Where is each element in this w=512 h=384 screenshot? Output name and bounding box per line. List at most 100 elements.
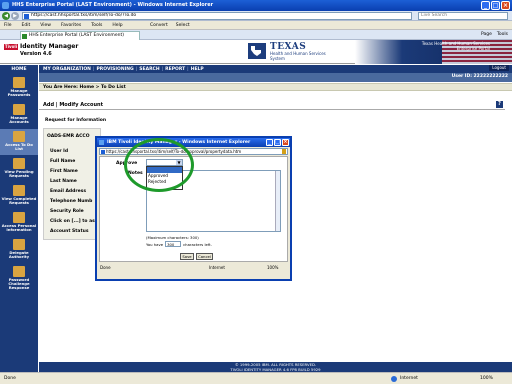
menu-bar: File Edit View Favorites Tools Help Conv… xyxy=(0,21,512,30)
nav-search[interactable]: SEARCH xyxy=(139,67,159,72)
nav-pending-requests[interactable]: View Pending Requests xyxy=(0,156,38,182)
tab-label: HHS Enterprise Portal (LAST Environment) xyxy=(29,33,124,38)
help-icon[interactable]: ? xyxy=(496,101,503,108)
highlight-circle xyxy=(124,138,194,192)
challenge-icon xyxy=(13,266,25,277)
portal-header: Tivoli Identity Manager Version 4.6 TEXA… xyxy=(0,40,512,64)
popup-close-button[interactable]: × xyxy=(282,139,289,146)
texas-subtitle: Health and Human Services System xyxy=(270,51,326,61)
account-form: OADS-EMR ACCO User Id Full Name First Na… xyxy=(43,128,101,240)
security-zone: Internet xyxy=(400,376,418,381)
product-version: Version 4.6 xyxy=(20,51,52,57)
user-id: User ID: 22222222222 xyxy=(451,74,508,79)
texas-logo-icon xyxy=(248,43,266,59)
ie-icon xyxy=(2,2,9,9)
field-label: Security Role xyxy=(50,209,84,214)
product-name: Identity Manager xyxy=(20,43,79,50)
field-label: Click on [...] to as xyxy=(50,219,95,224)
maximize-button[interactable]: □ xyxy=(491,1,500,10)
page-footer: © 1999-2005 IBM. ALL RIGHTS RESERVED. TI… xyxy=(39,362,512,372)
select-button[interactable]: Select xyxy=(176,23,190,28)
nav-separator: | xyxy=(92,66,95,72)
forward-button[interactable]: ▶ xyxy=(11,12,19,20)
todo-icon xyxy=(13,131,25,142)
browser-tab[interactable]: HHS Enterprise Portal (LAST Environment) xyxy=(20,31,140,40)
nav-todo-list[interactable]: Access To Do List xyxy=(0,129,38,155)
menu-view[interactable]: View xyxy=(40,23,51,28)
browser-title: HHS Enterprise Portal (LAST Environment)… xyxy=(12,2,214,8)
field-label: Account Status xyxy=(50,229,89,234)
nav-help[interactable]: HELP xyxy=(191,67,204,72)
close-button[interactable]: × xyxy=(501,1,510,10)
cancel-button[interactable]: Cancel xyxy=(196,253,213,260)
notes-scrollbar[interactable] xyxy=(275,171,280,231)
tivoli-logo: Tivoli xyxy=(4,44,18,50)
field-label: Last Name xyxy=(50,179,77,184)
browser-statusbar: Done Internet 100% xyxy=(0,372,512,384)
address-text: https://cast.hhsportal.txs/itim/self/To-… xyxy=(31,13,137,18)
menu-help[interactable]: Help xyxy=(112,23,122,28)
address-field[interactable]: https://cast.hhsportal.txs/itim/self/To-… xyxy=(22,12,412,20)
chars-left: You have 300 characters left. xyxy=(146,241,212,247)
banner-text: Texas Health and Human Services Enterpri… xyxy=(421,41,490,51)
nav-delegate-authority[interactable]: Delegate Authority xyxy=(0,237,38,263)
nav-separator: | xyxy=(135,66,138,72)
nav-manage-passwords[interactable]: Manage Passwords xyxy=(0,75,38,101)
back-button[interactable]: ◀ xyxy=(2,12,10,20)
delegate-icon xyxy=(13,239,25,250)
popup-status-text: Done xyxy=(100,265,111,270)
ie-icon xyxy=(99,140,104,145)
logout-button[interactable]: Logout xyxy=(489,65,509,71)
nav-separator: | xyxy=(161,66,164,72)
page-icon xyxy=(101,150,105,154)
nav-my-organization[interactable]: MY ORGANIZATION xyxy=(43,67,91,72)
popup-minimize-button[interactable]: _ xyxy=(266,139,273,146)
tools-menu[interactable]: Tools xyxy=(497,31,508,39)
save-button[interactable]: Save xyxy=(180,253,194,260)
field-label: Email Address xyxy=(50,189,87,194)
chars-left-suffix: characters left. xyxy=(183,241,212,247)
nav-provisioning[interactable]: PROVISIONING xyxy=(96,67,133,72)
field-label: Full Name xyxy=(50,159,76,164)
menu-tools[interactable]: Tools xyxy=(91,23,102,28)
max-chars-note: (Maximum characters: 300) xyxy=(146,235,199,240)
completed-icon xyxy=(13,185,25,196)
page-icon xyxy=(24,14,29,19)
popup-security-zone: Internet xyxy=(209,265,225,270)
key-icon xyxy=(13,77,25,88)
search-input[interactable]: Live Search xyxy=(418,12,508,20)
nav-completed-requests[interactable]: View Completed Requests xyxy=(0,183,38,209)
nav-manage-accounts[interactable]: Manage Accounts xyxy=(0,102,38,128)
zoom-level[interactable]: 100% xyxy=(480,376,493,381)
page-title-text: Add | Modify Account xyxy=(43,102,103,108)
menu-favorites[interactable]: Favorites xyxy=(61,23,81,28)
minimize-button[interactable]: _ xyxy=(481,1,490,10)
status-text: Done xyxy=(4,376,16,381)
person-icon xyxy=(13,212,25,223)
lock-icon xyxy=(282,149,286,154)
chars-left-prefix: You have xyxy=(146,241,164,247)
left-nav: HOME Manage Passwords Manage Accounts Ac… xyxy=(0,65,38,372)
form-header: OADS-EMR ACCO xyxy=(47,134,90,139)
nav-report[interactable]: REPORT xyxy=(165,67,185,72)
chars-left-count: 300 xyxy=(165,241,182,247)
popup-zoom-level[interactable]: 100% xyxy=(267,264,278,272)
address-bar: ◀ ▶ https://cast.hhsportal.txs/itim/self… xyxy=(0,11,512,21)
popup-maximize-button[interactable]: □ xyxy=(274,139,281,146)
accounts-icon xyxy=(13,104,25,115)
globe-icon xyxy=(391,376,397,382)
page-menu[interactable]: Page xyxy=(481,31,492,39)
nav-password-challenge[interactable]: Password Challenge Response xyxy=(0,264,38,290)
tab-bar: HHS Enterprise Portal (LAST Environment)… xyxy=(0,30,512,40)
nav-home[interactable]: HOME xyxy=(0,66,38,74)
convert-button[interactable]: Convert xyxy=(150,23,168,28)
field-label: User Id xyxy=(50,149,69,154)
field-label: First Name xyxy=(50,169,78,174)
rfi-label: Request for Information xyxy=(45,118,107,123)
pending-icon xyxy=(13,158,25,169)
menu-file[interactable]: File xyxy=(4,23,12,28)
nav-separator: | xyxy=(187,66,189,72)
nav-personal-info[interactable]: Access Personal Information xyxy=(0,210,38,236)
page-title: Add | Modify Account ? xyxy=(39,100,505,110)
menu-edit[interactable]: Edit xyxy=(22,23,31,28)
